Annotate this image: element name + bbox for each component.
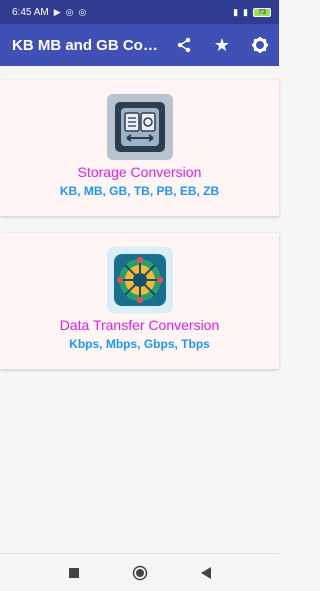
app-title: KB MB and GB Con...	[12, 36, 162, 54]
card-title: Data Transfer Conversion	[59, 317, 220, 333]
clock: 6:45 AM	[12, 6, 49, 18]
signal-icon: ▮	[233, 6, 239, 17]
navigation-bar	[0, 553, 279, 591]
app-bar: KB MB and GB Con... ★	[0, 24, 279, 66]
data-transfer-conversion-card[interactable]: Data Transfer Conversion Kbps, Mbps, Gbp…	[0, 233, 279, 369]
star-icon[interactable]: ★	[211, 34, 233, 56]
play-icon: ▶	[53, 6, 61, 17]
storage-conversion-card[interactable]: Storage Conversion KB, MB, GB, TB, PB, E…	[0, 80, 279, 216]
recents-button[interactable]	[65, 564, 83, 582]
status-bar: 6:45 AM ▶ ◎ ◎ ▮ ▮ 73	[0, 0, 279, 24]
home-button[interactable]	[131, 564, 149, 582]
gear-icon[interactable]	[249, 34, 271, 56]
card-subtitle: KB, MB, GB, TB, PB, EB, ZB	[59, 184, 220, 198]
share-icon[interactable]	[173, 34, 195, 56]
card-subtitle: Kbps, Mbps, Gbps, Tbps	[69, 337, 210, 351]
card-title: Storage Conversion	[77, 164, 202, 180]
storage-icon	[106, 94, 173, 160]
network-icon	[106, 247, 173, 313]
notification-icon: ◎	[65, 6, 74, 17]
notification-icon-2: ◎	[78, 6, 87, 17]
back-button[interactable]	[197, 564, 215, 582]
battery-icon: 73	[253, 7, 271, 17]
signal-icon-2: ▮	[243, 6, 248, 17]
